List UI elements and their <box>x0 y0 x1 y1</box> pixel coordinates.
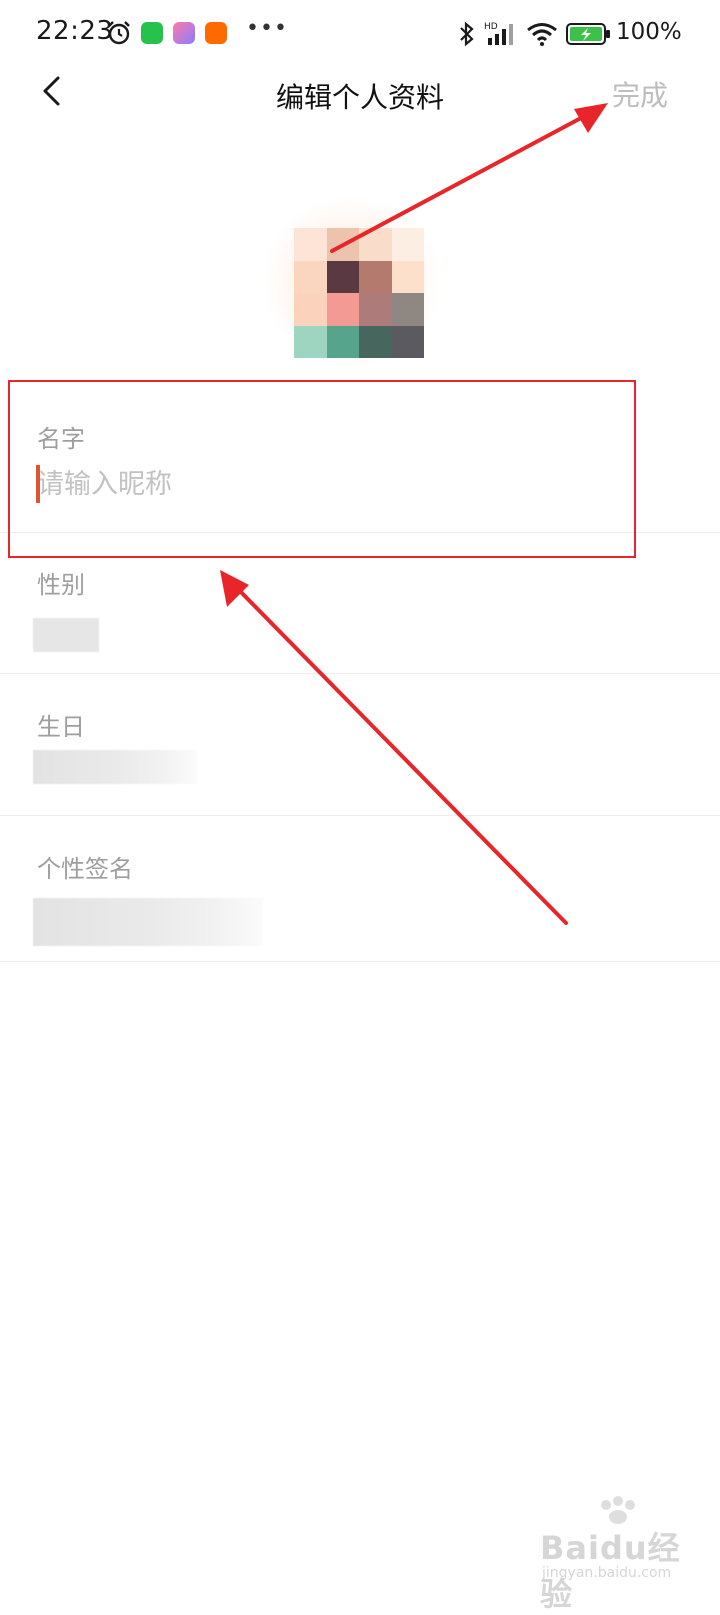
paw-logo-icon <box>601 1496 635 1524</box>
annotation-arrows <box>220 103 608 925</box>
baidu-watermark: Baidu经验 jingyan.baidu.com <box>540 1495 700 1613</box>
watermark-url: jingyan.baidu.com <box>542 1565 672 1581</box>
